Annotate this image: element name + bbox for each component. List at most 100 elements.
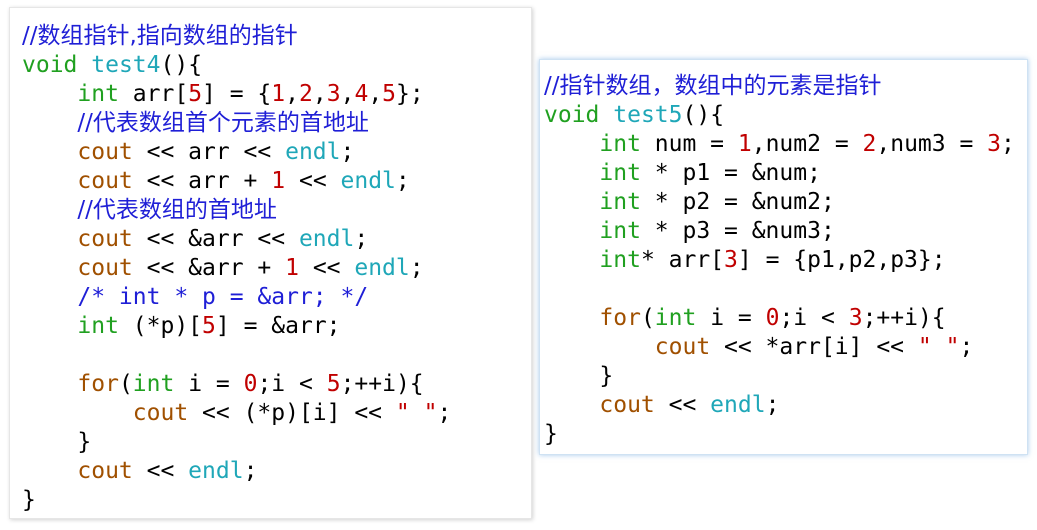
code-line: for(int i = 0;i < 3;++i){ bbox=[544, 304, 1027, 333]
code-token-plain: << *arr[i] << bbox=[710, 334, 918, 360]
code-panel-test5: //指针数组，数组中的元素是指针 void test5(){ int num = … bbox=[539, 59, 1028, 455]
code-token-keyword: int bbox=[77, 313, 119, 339]
code-token-plain: ;++i){ bbox=[340, 371, 424, 397]
code-token-number: 1 bbox=[271, 81, 286, 107]
code-token-comment: /* int * p = &arr; */ bbox=[77, 284, 369, 310]
code-token-plain: * p1 = &num; bbox=[640, 160, 821, 186]
code-token-keyword: int bbox=[77, 81, 119, 107]
code-token-func: endl bbox=[298, 226, 355, 252]
code-token-number: 0 bbox=[243, 371, 258, 397]
code-token-keyword: int bbox=[599, 189, 641, 215]
code-token-plain: ,num2 = bbox=[751, 131, 863, 157]
code-token-number: 5 bbox=[188, 81, 203, 107]
code-token-number: 1 bbox=[271, 168, 286, 194]
code-token-func: endl bbox=[710, 392, 766, 418]
code-token-comment: //代表数组的首地址 bbox=[77, 197, 277, 223]
code-token-func: endl bbox=[188, 458, 244, 484]
code-token-number: 1 bbox=[285, 255, 299, 281]
code-token-plain: << arr << bbox=[132, 139, 286, 165]
code-token-plain: ; bbox=[1001, 131, 1015, 157]
code-token-plain: ( bbox=[118, 371, 133, 397]
code-token-plain: num = bbox=[640, 131, 738, 157]
code-token-number: 2 bbox=[862, 131, 877, 157]
code-token-plain: (*p)[ bbox=[118, 313, 203, 339]
code-token-number: 4 bbox=[354, 81, 369, 107]
code-line: /* int * p = &arr; */ bbox=[22, 283, 531, 312]
code-token-plain: }; bbox=[396, 81, 424, 107]
code-token-plain: << &arr + bbox=[132, 255, 286, 281]
code-token-number: 2 bbox=[299, 81, 313, 107]
code-token-plain: ] = &arr; bbox=[215, 313, 341, 339]
code-token-func: endl bbox=[340, 168, 396, 194]
code-token-plain: ; bbox=[765, 392, 780, 418]
code-token-plain: , bbox=[368, 81, 383, 107]
code-token-plain: ;++i){ bbox=[862, 305, 946, 331]
code-token-plain: ; bbox=[395, 168, 410, 194]
code-token-plain: ,num3 = bbox=[876, 131, 988, 157]
code-token-number: 3 bbox=[848, 305, 863, 331]
code-token-flow: cout bbox=[599, 392, 655, 418]
code-token-comment: //代表数组首个元素的首地址 bbox=[77, 110, 369, 136]
code-line: cout << endl; bbox=[22, 457, 531, 486]
code-token-keyword: void bbox=[544, 102, 600, 128]
code-token-number: 5 bbox=[326, 371, 341, 397]
code-token-plain: ( bbox=[640, 305, 655, 331]
code-token-plain: * arr[ bbox=[640, 247, 725, 273]
code-line: cout << endl; bbox=[544, 391, 1027, 420]
code-token-plain: << bbox=[132, 458, 189, 484]
code-token-plain: , bbox=[312, 81, 327, 107]
code-token-plain: * p3 = &num3; bbox=[640, 218, 835, 244]
code-token-func: endl bbox=[354, 255, 410, 281]
code-line: cout << &arr << endl; bbox=[22, 225, 531, 254]
code-token-plain: ; bbox=[959, 334, 974, 360]
code-token-number: 3 bbox=[326, 81, 341, 107]
code-line: cout << (*p)[i] << " "; bbox=[22, 399, 531, 428]
code-token-plain: << bbox=[298, 255, 355, 281]
code-token-number: 5 bbox=[382, 81, 397, 107]
code-token-flow: cout bbox=[132, 400, 189, 426]
code-token-plain: ; bbox=[409, 255, 424, 281]
code-token-plain: ;i < bbox=[257, 371, 327, 397]
code-token-keyword: int bbox=[132, 371, 175, 397]
code-line: cout << *arr[i] << " "; bbox=[544, 333, 1027, 362]
code-token-plain: << (*p)[i] << bbox=[188, 400, 396, 426]
code-line: int * p3 = &num3; bbox=[544, 217, 1027, 246]
code-line: //数组指针,指向数组的指针 bbox=[22, 22, 531, 51]
code-token-plain: << bbox=[654, 392, 711, 418]
code-token-plain: ; bbox=[354, 226, 369, 252]
code-token-plain: << &arr << bbox=[132, 226, 299, 252]
code-token-plain: ; bbox=[243, 458, 258, 484]
code-panel-test4: //数组指针,指向数组的指针 void test4(){ int arr[5] =… bbox=[9, 7, 532, 519]
code-token-flow: for bbox=[77, 371, 119, 397]
code-line: cout << arr << endl; bbox=[22, 138, 531, 167]
code-token-func: endl bbox=[285, 139, 341, 165]
code-line: int arr[5] = {1,2,3,4,5}; bbox=[22, 80, 531, 109]
code-token-func: test4 bbox=[91, 52, 161, 78]
code-token-plain: ;i < bbox=[779, 305, 849, 331]
code-token-comment: //数组指针,指向数组的指针 bbox=[22, 23, 298, 49]
code-token-number: 0 bbox=[765, 305, 780, 331]
code-token-flow: cout bbox=[77, 226, 133, 252]
code-token-number: 3 bbox=[987, 131, 1002, 157]
code-token-number: 3 bbox=[724, 247, 738, 273]
code-token-plain: ; bbox=[340, 139, 355, 165]
code-token-plain: (){ bbox=[682, 102, 725, 128]
code-line: } bbox=[544, 420, 1027, 449]
code-token-plain: } bbox=[544, 363, 614, 389]
code-token-plain: ] = {p1,p2,p3}; bbox=[737, 247, 946, 273]
code-token-plain: } bbox=[544, 421, 558, 447]
